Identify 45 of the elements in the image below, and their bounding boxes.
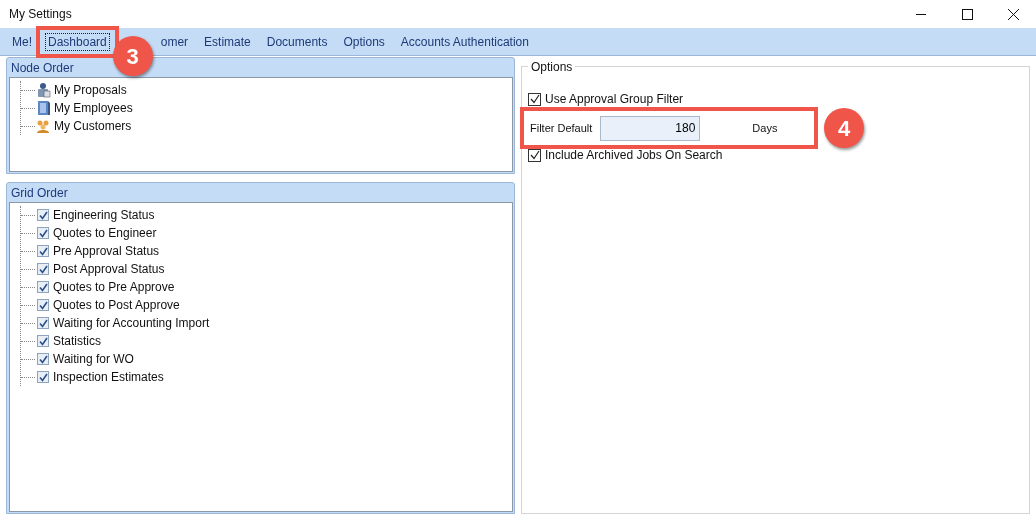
tree-node[interactable]: My Employees: [54, 99, 133, 117]
checkbox[interactable]: [37, 371, 49, 383]
panel-header: Grid Order: [10, 185, 69, 202]
list-item-label: Quotes to Pre Approve: [53, 279, 175, 296]
unit-label: Days: [752, 120, 778, 136]
list-item-label: Waiting for Accounting Import: [53, 315, 210, 332]
checkbox[interactable]: [37, 353, 49, 365]
checkbox-label: Include Archived Jobs On Search: [545, 147, 723, 164]
checkbox[interactable]: [37, 317, 49, 329]
list-item-label: Quotes to Post Approve: [53, 297, 180, 314]
list-item-label: Engineering Status: [53, 207, 155, 224]
list-item-label: Pre Approval Status: [53, 243, 160, 260]
tree-node-icon: [35, 82, 51, 98]
checkbox[interactable]: [37, 281, 49, 293]
tab[interactable]: Me!: [4, 33, 40, 55]
tree-node[interactable]: My Proposals: [54, 81, 127, 99]
tree-node-icon: [35, 118, 51, 134]
checkbox[interactable]: [528, 92, 541, 106]
checkbox[interactable]: [37, 245, 49, 257]
tree-node-icon: [35, 100, 51, 116]
list-item-label: Post Approval Status: [53, 261, 165, 278]
panel-header: Node Order: [10, 60, 75, 77]
close-icon: [1007, 8, 1019, 20]
checkbox[interactable]: [37, 209, 49, 221]
tab[interactable]: Estimate: [196, 33, 259, 55]
tab[interactable]: Accounts Authentication: [392, 33, 537, 55]
field-label: Filter Default: [530, 120, 593, 136]
checkbox[interactable]: [37, 299, 49, 311]
number-field[interactable]: 180: [600, 115, 701, 141]
list-item-label: Quotes to Engineer: [53, 225, 157, 242]
tab[interactable]: omer: [160, 33, 197, 55]
tab[interactable]: Options: [335, 33, 393, 55]
checkbox[interactable]: [37, 227, 49, 239]
checkbox-label: Use Approval Group Filter: [545, 91, 684, 108]
tree-node[interactable]: My Customers: [54, 117, 132, 135]
list-item-label: Inspection Estimates: [53, 369, 164, 386]
checkbox[interactable]: [37, 335, 49, 347]
list-item-label: Statistics: [53, 333, 101, 350]
window-title: My Settings: [9, 6, 72, 23]
maximize-icon: [961, 8, 973, 20]
tab[interactable]: Documents: [258, 33, 336, 55]
tab[interactable]: Dashboard: [44, 32, 111, 52]
checkbox[interactable]: [37, 263, 49, 275]
step-number-badge: 4: [824, 108, 864, 148]
list-item-label: Waiting for WO: [53, 351, 134, 368]
